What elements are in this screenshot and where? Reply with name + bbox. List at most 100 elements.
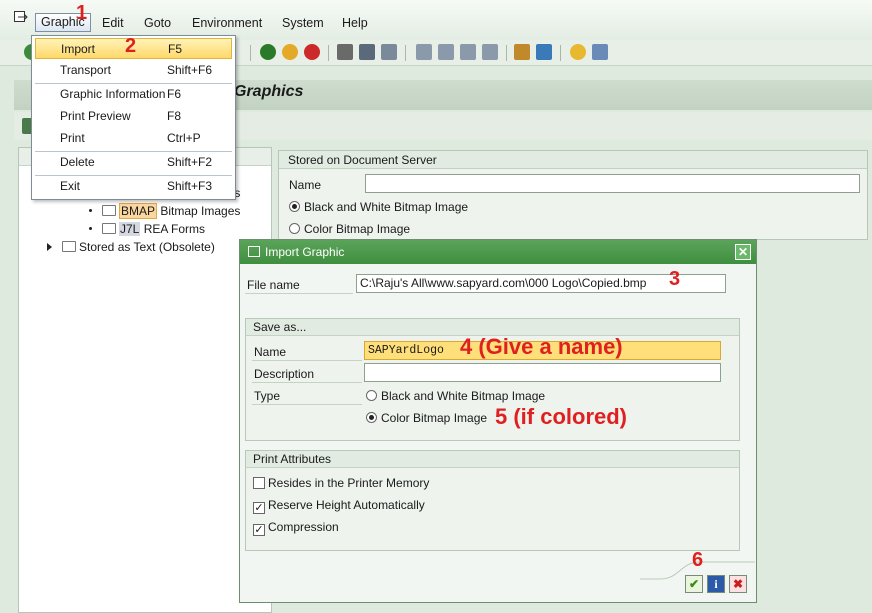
label-underline (245, 293, 353, 294)
last-page-icon[interactable] (482, 44, 498, 60)
radio-button[interactable] (289, 223, 300, 234)
cancel-icon[interactable] (304, 44, 320, 60)
type-radio-bw[interactable]: Black and White Bitmap Image (366, 389, 545, 403)
menu-item-print-shortcut: Ctrl+P (167, 131, 201, 145)
toolbar-separator (250, 45, 251, 61)
menu-help[interactable]: Help (342, 16, 368, 30)
menu-system[interactable]: System (282, 16, 324, 30)
next-page-icon[interactable] (460, 44, 476, 60)
print-attributes-title: Print Attributes (246, 451, 739, 468)
label-underline (252, 382, 362, 383)
type-radio-color[interactable]: Color Bitmap Image (366, 411, 487, 425)
checkbox-reserve-height[interactable]: ✓ Reserve Height Automatically (253, 498, 425, 514)
graphic-menu-dropdown: Import F5 Transport Shift+F6 Graphic Infor… (31, 35, 236, 200)
shortcut-icon[interactable] (536, 44, 552, 60)
menu-item-delete-label: Delete (60, 155, 95, 169)
menu-item-exit-shortcut: Shift+F3 (167, 179, 213, 193)
doc-name-input[interactable] (365, 174, 860, 193)
toolbar-separator (405, 45, 406, 61)
find-next-icon[interactable] (381, 44, 397, 60)
folder-icon (102, 223, 116, 234)
tree-node-stored-text[interactable]: Stored as Text (Obsolete) (47, 240, 215, 254)
help-icon[interactable] (570, 44, 586, 60)
description-input[interactable] (364, 363, 721, 382)
node-label-stored-text: Stored as Text (Obsolete) (79, 240, 215, 254)
menu-item-exit[interactable]: Exit Shift+F3 (35, 176, 232, 197)
toolbar-separator (560, 45, 561, 61)
menu-item-transport-label: Transport (60, 63, 111, 77)
menu-item-delete[interactable]: Delete Shift+F2 (35, 152, 232, 173)
checkbox-printer-memory[interactable]: Resides in the Printer Memory (253, 476, 429, 490)
type-radio-color-label: Color Bitmap Image (381, 411, 488, 425)
ok-button[interactable]: ✔ (685, 575, 703, 593)
checkbox-checked[interactable]: ✓ (253, 524, 265, 536)
checkbox-compression-label: Compression (268, 520, 339, 534)
menu-item-import-shortcut: F5 (168, 42, 183, 56)
tree-node-j7l[interactable]: J7L REA Forms (89, 222, 205, 236)
node-code-bmap: BMAP (119, 203, 158, 219)
menu-item-transport[interactable]: Transport Shift+F6 (35, 60, 232, 81)
annotation-4: 4 (Give a name) (460, 334, 623, 359)
folder-icon (102, 205, 116, 216)
radio-button-selected[interactable] (289, 201, 300, 212)
previous-page-icon[interactable] (438, 44, 454, 60)
expand-icon[interactable] (47, 243, 52, 251)
first-page-icon[interactable] (416, 44, 432, 60)
radio-button-selected[interactable] (366, 412, 377, 423)
menu-item-graphic-information[interactable]: Graphic Information F6 (35, 84, 232, 105)
print-attributes-group: Print Attributes Resides in the Printer … (245, 450, 740, 551)
annotation-1: 1 (76, 2, 88, 24)
menu-item-import-label: Import (61, 42, 96, 56)
toolbar-separator (506, 45, 507, 61)
document-server-title: Stored on Document Server (279, 151, 867, 169)
label-underline (252, 360, 362, 361)
menu-goto[interactable]: Goto (144, 16, 171, 30)
back-icon[interactable] (260, 44, 276, 60)
menu-item-transport-shortcut: Shift+F6 (167, 63, 213, 77)
doc-radio-color-label: Color Bitmap Image (304, 222, 411, 236)
folder-icon (62, 241, 76, 252)
menu-item-print-preview-shortcut: F8 (167, 109, 182, 123)
page-title: Graphics (234, 83, 304, 100)
node-label-j7l: REA Forms (143, 222, 206, 236)
document-server-group: Stored on Document Server Name Black and… (278, 150, 868, 240)
menu-item-print[interactable]: Print Ctrl+P (35, 128, 232, 149)
label-underline (252, 404, 362, 405)
dialog-title-bar: Import Graphic ✕ (240, 240, 756, 264)
app-menu-icon[interactable] (14, 11, 28, 23)
print-icon[interactable] (337, 44, 353, 60)
checkbox-checked[interactable]: ✓ (253, 502, 265, 514)
menu-item-print-preview[interactable]: Print Preview F8 (35, 106, 232, 127)
name-label: Name (254, 345, 287, 359)
close-icon[interactable]: ✕ (735, 244, 751, 260)
find-icon[interactable] (359, 44, 375, 60)
checkbox-unchecked[interactable] (253, 477, 265, 489)
annotation-5: 5 (if colored) (495, 404, 628, 429)
node-label-bmap: Bitmap Images (160, 204, 241, 218)
doc-radio-color[interactable]: Color Bitmap Image (289, 222, 410, 236)
exit-icon[interactable] (282, 44, 298, 60)
cancel-button[interactable]: ✖ (729, 575, 747, 593)
radio-button[interactable] (366, 390, 377, 401)
info-button[interactable]: i (707, 575, 725, 593)
menu-item-print-preview-label: Print Preview (60, 109, 131, 123)
graphics-tree: hics BMAP Bitmap Images J7L REA Forms St… (18, 147, 272, 613)
menu-item-graphic-information-shortcut: F6 (167, 87, 182, 101)
menu-edit[interactable]: Edit (102, 16, 124, 30)
create-session-icon[interactable] (514, 44, 530, 60)
customize-layout-icon[interactable] (592, 44, 608, 60)
menu-item-graphic-information-label: Graphic Information (60, 87, 166, 101)
annotation-3: 3 (669, 268, 681, 290)
type-label: Type (254, 389, 281, 403)
doc-radio-bw-label: Black and White Bitmap Image (304, 200, 469, 214)
checkbox-compression[interactable]: ✓ Compression (253, 520, 339, 536)
annotation-6: 6 (692, 549, 704, 571)
tree-bullet (89, 227, 92, 230)
annotation-2: 2 (125, 35, 137, 57)
menu-item-delete-shortcut: Shift+F2 (167, 155, 213, 169)
tree-node-bmap[interactable]: BMAP Bitmap Images (89, 203, 241, 219)
menu-environment[interactable]: Environment (192, 16, 262, 30)
file-name-label: File name (247, 278, 300, 292)
menu-bar: Graphic Edit Goto Environment System Hel… (0, 0, 872, 40)
doc-radio-bw[interactable]: Black and White Bitmap Image (289, 200, 468, 214)
